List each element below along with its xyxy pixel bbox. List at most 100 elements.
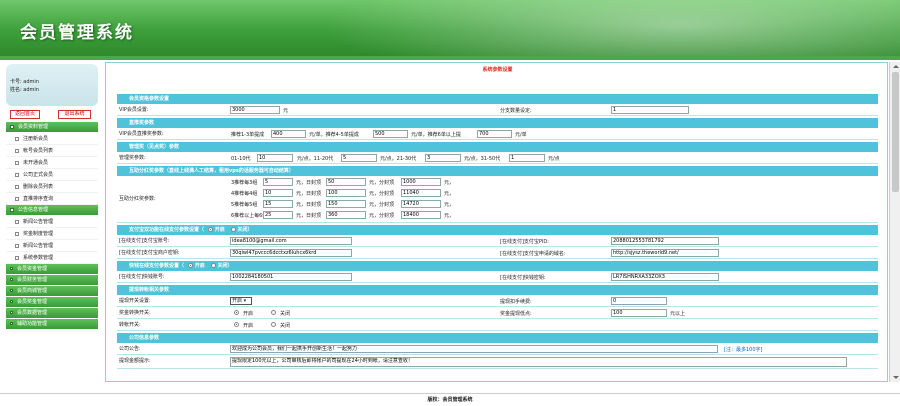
radio-label: 开启: [194, 263, 205, 269]
menu-group-members[interactable]: 会员资料管理: [6, 122, 98, 133]
bonus-switch-on-radio[interactable]: [234, 310, 239, 315]
transfer-on-radio[interactable]: [234, 322, 239, 327]
logout-button[interactable]: 退出系统: [58, 110, 91, 119]
direct-bonus-input-1[interactable]: 400: [271, 130, 306, 138]
menu-group[interactable]: 会员资金管理: [6, 264, 98, 275]
min-withdraw-input[interactable]: 100: [611, 309, 667, 317]
menu-group[interactable]: 辅助功能管理: [6, 319, 98, 330]
menu-group[interactable]: 会员商城管理: [6, 286, 98, 297]
alipay-key-input[interactable]: 30qiwl47pvccc6dcctxz6luhcx6krd: [230, 249, 352, 257]
vertical-scrollbar[interactable]: [889, 62, 900, 382]
bonus-switch-off-radio[interactable]: [271, 310, 276, 315]
menu-group[interactable]: 会员奖金管理: [6, 297, 98, 308]
share-bonus-input[interactable]: 18400: [401, 211, 441, 219]
radio-label: 关闭: [280, 323, 291, 329]
share-bonus-input[interactable]: 5: [263, 178, 293, 186]
share-bonus-input[interactable]: 11040: [401, 189, 441, 197]
menu-item[interactable]: 公司正式会员: [6, 169, 98, 181]
folder-icon: [10, 300, 13, 303]
field-text: 元，分封顶: [369, 191, 395, 197]
scroll-up-icon[interactable]: [893, 65, 899, 68]
radio-label: 关闭）: [237, 227, 253, 233]
menu-item[interactable]: 奖金制度管理: [6, 228, 98, 240]
share-bonus-input[interactable]: 100: [326, 189, 366, 197]
folder-icon: [10, 289, 13, 292]
home-button[interactable]: 返回首页: [10, 110, 40, 119]
direct-bonus-input-3[interactable]: 700: [477, 130, 512, 138]
menu-item[interactable]: 帐号会员列表: [6, 145, 98, 157]
section-header: 直推奖参数: [117, 118, 878, 128]
scroll-thumb[interactable]: [892, 72, 899, 192]
withdraw-fee-input[interactable]: 0: [611, 297, 667, 305]
menu-group-notices[interactable]: 公告信息管理: [6, 205, 98, 216]
share-bonus-input[interactable]: 15: [263, 200, 293, 208]
user-info: 卡号: admin 姓名: admin: [6, 64, 98, 106]
alipay-domain-input[interactable]: http://sjysz.theworld9.net/: [611, 249, 719, 257]
menu-item-label: 系统参数管理: [23, 255, 54, 261]
mgmt-bonus-input-4[interactable]: 1: [509, 154, 545, 162]
menu-group[interactable]: 会员数据管理: [6, 308, 98, 319]
menu-group-label: 会员商城管理: [17, 288, 48, 294]
mgmt-bonus-input-1[interactable]: 10: [257, 154, 293, 162]
alipay-account-input[interactable]: idea8100@gmail.com: [230, 237, 352, 245]
footer: 版权：会员管理系统: [0, 393, 900, 405]
field-label: [在线支付]支付宝商户密钥:: [119, 250, 180, 256]
transfer-off-radio[interactable]: [271, 322, 276, 327]
field-text: 元，日封顶: [296, 180, 322, 186]
alipay-on-radio[interactable]: [207, 227, 213, 232]
alipay-off-radio[interactable]: [230, 227, 236, 232]
folder-icon: [10, 322, 13, 325]
field-label: 转帐开关:: [119, 322, 141, 328]
share-bonus-input[interactable]: 360: [326, 211, 366, 219]
menu-item[interactable]: 未开通会员: [6, 157, 98, 169]
form-row: 奖金转换开关: 开启 关闭 奖金提现低点: 100 元以上: [117, 307, 878, 319]
item-icon: [15, 256, 19, 260]
form-row: 提现金额提示: 提现限定100元以上，公司审核后即将帐户的司提现在24小时到帐，…: [117, 355, 878, 369]
menu-item[interactable]: 删除会员列表: [6, 181, 98, 193]
withdraw-tip-textarea[interactable]: 提现限定100元以上，公司审核后即将帐户的司提现在24小时到帐，请注意查收！: [230, 357, 847, 367]
mgmt-bonus-input-2[interactable]: 5: [341, 154, 377, 162]
share-bonus-input[interactable]: 1000: [401, 178, 441, 186]
name-value: admin: [23, 87, 39, 93]
mgmt-bonus-input-3[interactable]: 3: [425, 154, 461, 162]
kuaiqian-key-input[interactable]: LR7ISHNRXA33ZOX3: [611, 273, 719, 281]
field-text: 元，日封顶: [296, 191, 322, 197]
radio-label: 关闭）: [217, 263, 233, 269]
menu-item-label: 新闻公告管理: [23, 243, 54, 249]
form-row: 互助分红奖参数: 3推荐每3组 5 元，日封顶 50 元，分封顶 1000 元， 4推荐每4组…: [117, 176, 878, 223]
field-text: 元，: [444, 191, 455, 197]
branch-count-input[interactable]: 1: [611, 106, 689, 114]
section-header: 公司信息参数: [117, 333, 878, 343]
menu-item[interactable]: 新闻公告管理: [6, 240, 98, 252]
kuaiqian-on-radio[interactable]: [187, 263, 193, 268]
menu-item[interactable]: 系统参数管理: [6, 252, 98, 264]
scroll-down-icon[interactable]: [893, 376, 899, 379]
share-bonus-input[interactable]: 14720: [401, 200, 441, 208]
share-bonus-input[interactable]: 25: [263, 211, 293, 219]
withdraw-switch-select[interactable]: 开启 ▾: [230, 297, 252, 305]
kuaiqian-account-input[interactable]: 1002284180501: [230, 273, 352, 281]
menu-item[interactable]: 注册新会员: [6, 133, 98, 145]
menu-item[interactable]: 新闻公告管理: [6, 216, 98, 228]
item-icon: [15, 220, 19, 224]
field-label: [在线支付]支付宝PID:: [500, 239, 549, 245]
menu-group[interactable]: 会员财务管理: [6, 275, 98, 286]
company-notice-input[interactable]: 欢迎成为公司会员，我们一起携手开创新生活！一起努力: [230, 345, 718, 353]
app-title: 会员管理系统: [20, 23, 134, 43]
item-icon: [15, 149, 19, 153]
form-row: VIP会员设置: 3000 元 分支数量设定: 1: [117, 104, 878, 116]
form-row: 管理奖参数: 01-10代 10 元/点，11-20代 5 元/点，21-30代…: [117, 152, 878, 164]
alipay-pid-input[interactable]: 2088012553781792: [611, 237, 719, 245]
share-bonus-input[interactable]: 150: [326, 200, 366, 208]
main-panel: 系统参数设置 会员资格参数设置 VIP会员设置: 3000 元 分支数量设定: …: [105, 62, 888, 382]
direct-bonus-input-2[interactable]: 500: [373, 130, 408, 138]
field-label: 管理奖参数:: [119, 155, 146, 161]
field-text: 01-10代: [231, 156, 251, 162]
menu-item[interactable]: 直推排序查询: [6, 193, 98, 205]
field-label: 奖金转换开关:: [119, 310, 151, 316]
menu-item-label: 删除会员列表: [23, 184, 54, 190]
kuaiqian-off-radio[interactable]: [210, 263, 216, 268]
share-bonus-input[interactable]: 50: [326, 178, 366, 186]
share-bonus-input[interactable]: 10: [263, 189, 293, 197]
vip-fee-input[interactable]: 3000: [230, 106, 280, 114]
